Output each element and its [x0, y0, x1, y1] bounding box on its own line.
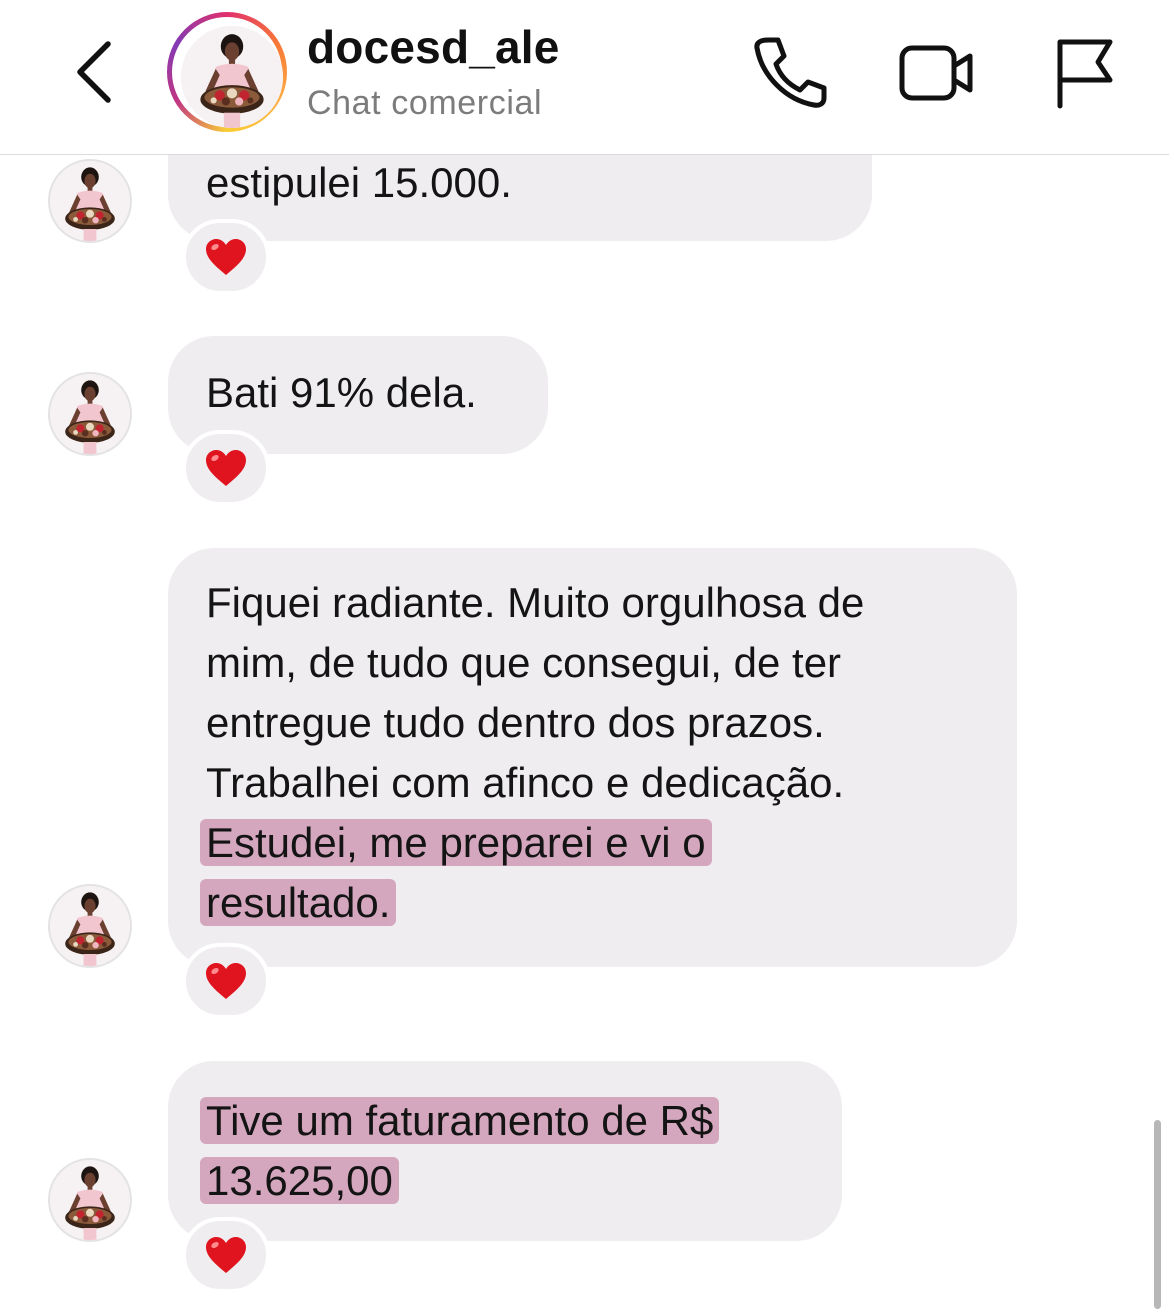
- message-text: Bati 91% dela.: [206, 369, 477, 416]
- video-camera-icon: [899, 45, 973, 101]
- sender-avatar[interactable]: [48, 884, 132, 968]
- chat-subtitle: Chat comercial: [307, 84, 543, 122]
- sender-avatar[interactable]: [48, 1158, 132, 1242]
- highlighted-text: resultado.: [200, 879, 397, 926]
- phone-icon: [754, 37, 827, 108]
- chevron-left-icon: [77, 41, 111, 103]
- message-thread[interactable]: estipulei 15.000. Bati 91% dela. Fiquei …: [0, 155, 1169, 1309]
- flag-icon: [1057, 39, 1113, 109]
- heart-reaction[interactable]: [182, 1217, 270, 1293]
- highlighted-text: 13.625,00: [200, 1157, 399, 1204]
- message-text-line: Fiquei radiante. Muito orgulhosa de: [206, 579, 865, 626]
- message-bubble[interactable]: estipulei 15.000.: [168, 155, 872, 241]
- heart-icon: [204, 448, 248, 488]
- report-button[interactable]: [1050, 34, 1116, 110]
- message-text: estipulei 15.000.: [206, 159, 512, 206]
- avatar: [181, 26, 283, 128]
- heart-icon: [204, 961, 248, 1001]
- message-bubble[interactable]: Tive um faturamento de R$ 13.625,00: [168, 1061, 842, 1241]
- heart-reaction[interactable]: [182, 430, 270, 506]
- scrollbar[interactable]: [1154, 1120, 1161, 1309]
- highlighted-text: Tive um faturamento de R$: [200, 1097, 720, 1144]
- message-text-line: Trabalhei com afinco e dedicação.: [206, 759, 845, 806]
- heart-icon: [204, 1235, 248, 1275]
- highlighted-text: Estudei, me preparei e vi o: [200, 819, 712, 866]
- heart-reaction[interactable]: [182, 219, 270, 295]
- video-call-button[interactable]: [896, 36, 978, 108]
- profile-avatar-button[interactable]: [167, 12, 287, 132]
- message-text-line: mim, de tudo que consegui, de ter: [206, 639, 842, 686]
- heart-reaction[interactable]: [182, 943, 270, 1019]
- message-text-line: entregue tudo dentro dos prazos.: [206, 699, 825, 746]
- chat-username[interactable]: docesd_ale: [307, 20, 560, 74]
- sender-avatar[interactable]: [48, 372, 132, 456]
- call-button[interactable]: [748, 34, 830, 110]
- back-button[interactable]: [66, 36, 126, 108]
- heart-icon: [204, 237, 248, 277]
- message-bubble[interactable]: Fiquei radiante. Muito orgulhosa de mim,…: [168, 548, 1017, 967]
- chat-header: docesd_ale Chat comercial: [0, 0, 1169, 155]
- sender-avatar[interactable]: [48, 159, 132, 243]
